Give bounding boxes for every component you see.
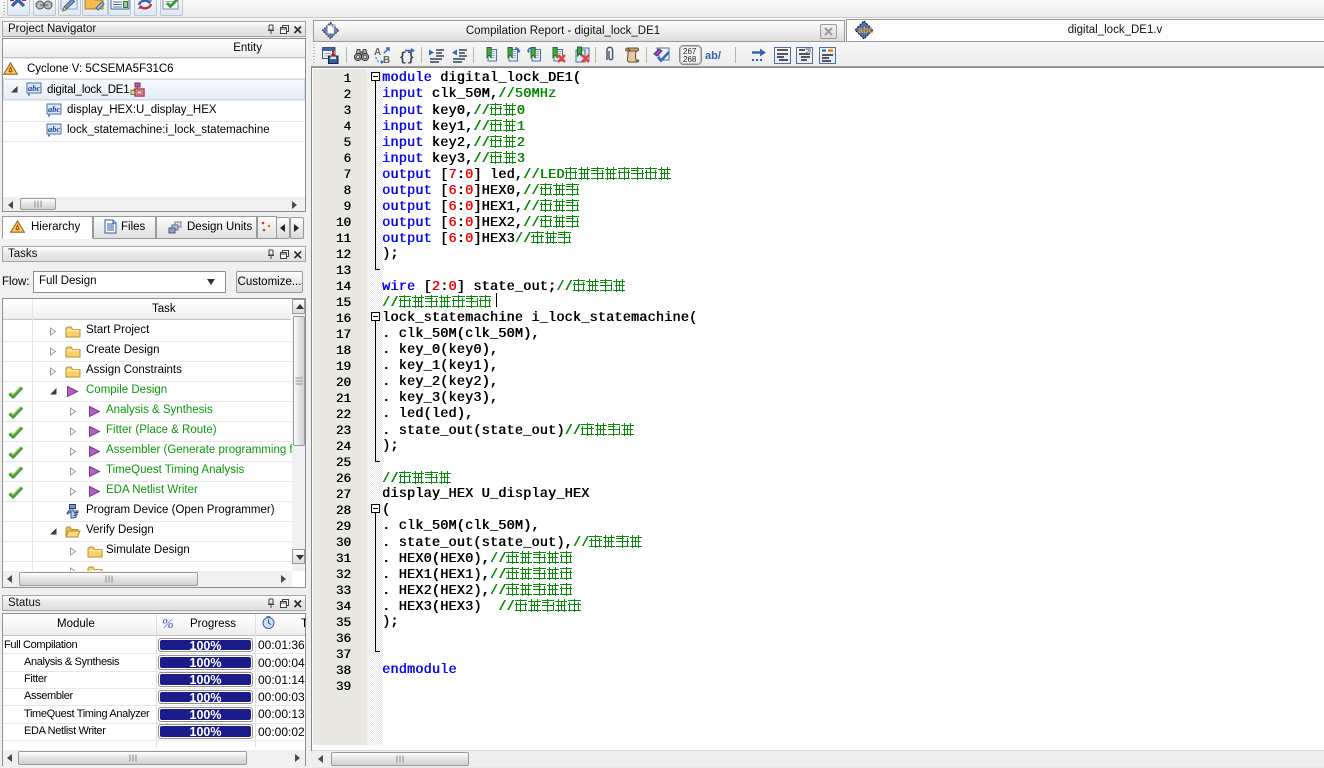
svg-text:abc: abc	[48, 124, 61, 134]
svg-text:A: A	[374, 47, 381, 58]
svg-text:268: 268	[683, 55, 697, 64]
svg-text:ab/: ab/	[705, 50, 721, 62]
svg-text:abc: abc	[858, 25, 874, 35]
svg-text:abc: abc	[28, 83, 41, 93]
svg-text:B: B	[383, 55, 390, 66]
svg-text:2: 2	[806, 49, 810, 56]
svg-text:abc: abc	[48, 104, 61, 114]
svg-text:{}: {}	[399, 50, 415, 65]
